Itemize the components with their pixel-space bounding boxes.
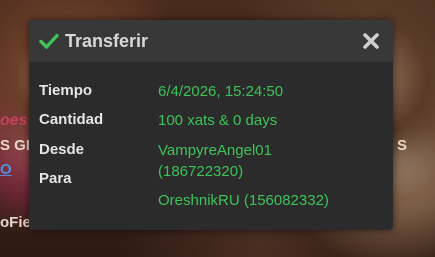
dialog-title: Transferir: [65, 30, 149, 51]
transfer-dialog: Transferir Tiempo 6/4/2026, 15:24:50 Can…: [29, 20, 393, 230]
from-value-username: VampyreAngel01: [158, 142, 272, 159]
time-value: 6/4/2026, 15:24:50: [158, 83, 284, 100]
background-text: oes: [0, 112, 28, 129]
from-value-id: (186722320): [158, 163, 244, 180]
amount-label: Cantidad: [39, 111, 104, 128]
check-icon: [39, 33, 59, 49]
from-label: Desde: [39, 141, 85, 158]
time-label: Tiempo: [39, 82, 93, 99]
background-link: O: [0, 161, 12, 178]
background-text: oFie: [0, 214, 31, 231]
dialog-header: Transferir: [29, 20, 393, 62]
amount-value: 100 xats & 0 days: [158, 112, 278, 129]
to-label: Para: [39, 170, 72, 187]
close-icon[interactable]: [361, 31, 381, 51]
to-value: OreshnikRU (156082332): [158, 192, 329, 209]
background-text: S: [397, 137, 408, 154]
background-text: S GI: [0, 137, 31, 154]
